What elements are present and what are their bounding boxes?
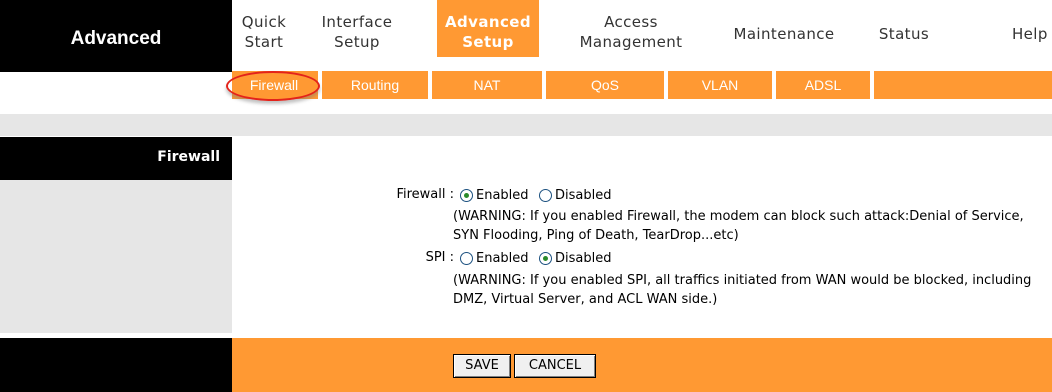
firewall-warning-line1: (WARNING: If you enabled Firewall, the m… [453, 209, 1024, 224]
menu-quick-start-line2: Start [244, 33, 284, 51]
spi-disabled-radio[interactable] [539, 252, 552, 265]
menu-maintenance-label: Maintenance [733, 25, 835, 43]
cancel-button[interactable]: CANCEL [514, 354, 596, 378]
submenu-nat[interactable]: NAT [432, 71, 542, 99]
spi-label: SPI : [425, 250, 454, 265]
spi-warning-line2: DMZ, Virtual Server, and ACL WAN side.) [453, 292, 718, 307]
submenu-routing[interactable]: Routing [322, 71, 428, 99]
firewall-warning-line2: SYN Flooding, Ping of Death, TearDrop...… [453, 228, 739, 243]
menu-quick-start[interactable]: Quick Start [236, 0, 292, 57]
save-button[interactable]: SAVE [453, 354, 511, 378]
menu-help[interactable]: Help [1004, 0, 1052, 57]
menu-advanced-setup-line1: Advanced [445, 13, 531, 31]
menu-advanced-setup-line2: Setup [462, 33, 514, 51]
submenu-divider [870, 71, 874, 99]
spi-warning-line1: (WARNING: If you enabled SPI, all traffi… [453, 273, 1032, 288]
spi-disabled-label: Disabled [555, 251, 612, 266]
menu-status-label: Status [878, 25, 930, 43]
section-sidebar [0, 180, 232, 333]
menu-access-management-line2: Management [579, 33, 683, 51]
menu-quick-start-line1: Quick [241, 13, 287, 31]
menu-maintenance[interactable]: Maintenance [722, 0, 846, 57]
menu-access-management-line1: Access [604, 13, 658, 31]
firewall-disabled-radio[interactable] [539, 189, 552, 202]
submenu-adsl[interactable]: ADSL [776, 71, 870, 99]
gray-strip [0, 114, 1052, 136]
firewall-enabled-label: Enabled [476, 188, 529, 203]
menu-interface-setup[interactable]: Interface Setup [312, 0, 402, 57]
menu-status[interactable]: Status [866, 0, 942, 57]
brand-label: Advanced [70, 28, 162, 49]
submenu-qos[interactable]: QoS [546, 71, 664, 99]
menu-interface-setup-line2: Setup [334, 33, 380, 51]
menu-interface-setup-line1: Interface [321, 13, 393, 31]
firewall-label: Firewall : [396, 187, 454, 202]
menu-help-label: Help [1012, 25, 1048, 43]
firewall-highlight-oval [226, 71, 320, 101]
menu-access-management[interactable]: Access Management [568, 0, 694, 57]
section-title: Firewall [157, 149, 220, 165]
menu-advanced-setup[interactable]: Advanced Setup [437, 0, 539, 57]
firewall-enabled-radio[interactable] [460, 189, 473, 202]
spi-enabled-radio[interactable] [460, 252, 473, 265]
submenu-bar: Firewall Routing NAT QoS VLAN ADSL [232, 71, 1052, 99]
footer-bar [232, 338, 1052, 392]
submenu-vlan[interactable]: VLAN [668, 71, 772, 99]
spi-enabled-label: Enabled [476, 251, 529, 266]
footer-left [0, 338, 232, 392]
firewall-disabled-label: Disabled [555, 188, 612, 203]
